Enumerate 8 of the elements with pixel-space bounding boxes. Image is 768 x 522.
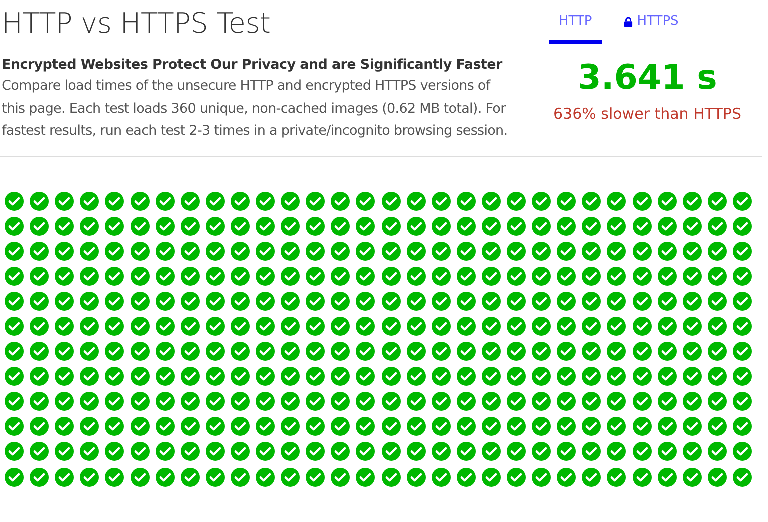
tab[interactable]: HTTP <box>549 6 602 44</box>
lock-icon <box>624 16 634 28</box>
comparison-text: 636% slower than HTTPS <box>553 104 742 124</box>
intro-heading: Encrypted Websites Protect Our Privacy and are Significantly Faster <box>2 56 504 75</box>
tab[interactable]: HTTPS <box>614 6 689 44</box>
page-title: HTTP vs HTTPS Test <box>2 6 272 42</box>
load-time: 3.641 s <box>578 58 718 98</box>
intro-paragraph: Compare load times of the unsecure HTTP and encrypted HTTPS versions of this page. Each test loads 360 unique, non-cached images (0.62 MB total). For fastest results, run each test 2-3 times in a private/incognito browsing session. <box>2 77 509 141</box>
